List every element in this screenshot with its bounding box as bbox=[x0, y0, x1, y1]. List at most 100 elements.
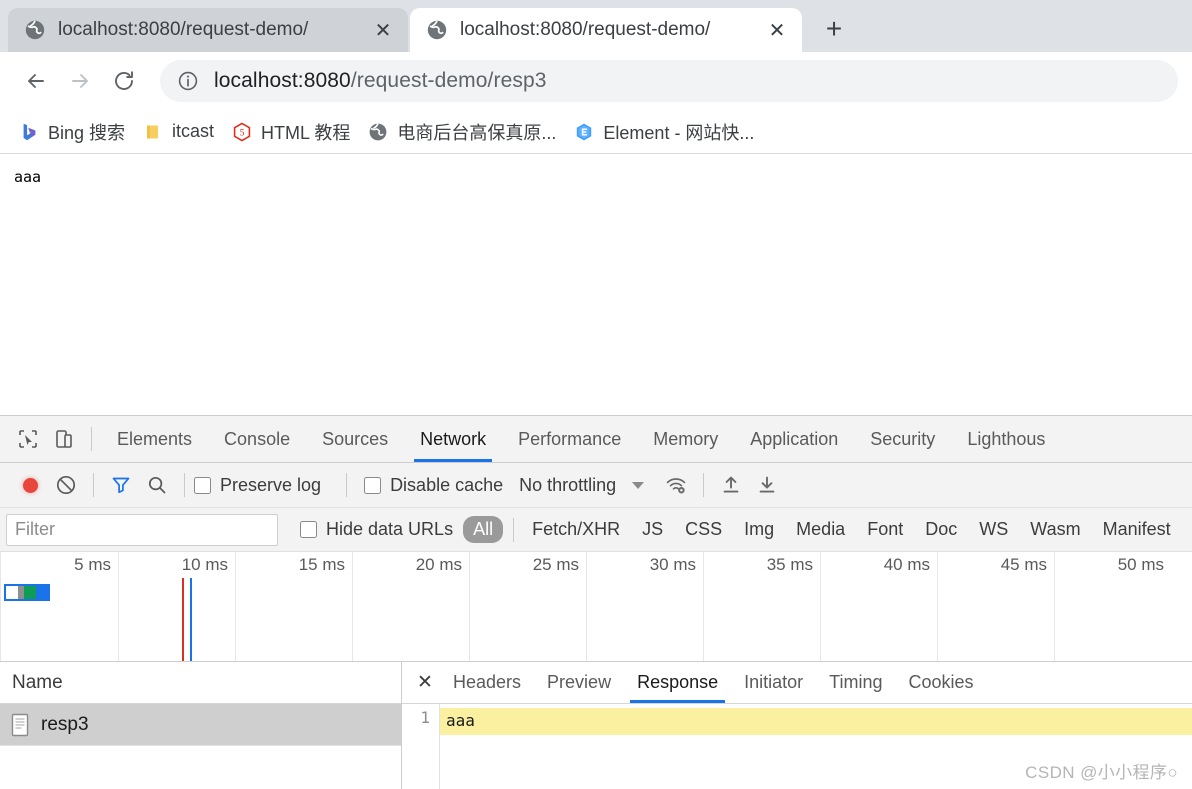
forward-icon[interactable] bbox=[58, 59, 102, 103]
throttling-select[interactable]: No throttling bbox=[519, 475, 616, 496]
request-row-resp3[interactable]: resp3 bbox=[0, 704, 401, 746]
timeline-tick-label: 50 ms bbox=[1118, 555, 1171, 575]
devtools-tab-memory[interactable]: Memory bbox=[637, 416, 734, 462]
type-pill-js[interactable]: JS bbox=[632, 516, 673, 543]
caret-down-icon[interactable] bbox=[632, 482, 644, 489]
timeline-tick-label: 15 ms bbox=[299, 555, 352, 575]
detail-tab-preview[interactable]: Preview bbox=[534, 662, 624, 703]
browser-tab-1[interactable]: localhost:8080/request-demo/ ✕ bbox=[8, 8, 408, 52]
devtools-tab-performance[interactable]: Performance bbox=[502, 416, 637, 462]
hide-data-urls-checkbox[interactable]: Hide data URLs bbox=[300, 519, 453, 540]
timeline-tick-label: 25 ms bbox=[533, 555, 586, 575]
type-pill-doc[interactable]: Doc bbox=[915, 516, 967, 543]
type-pill-fetch-xhr[interactable]: Fetch/XHR bbox=[522, 516, 630, 543]
new-tab-button[interactable]: + bbox=[814, 9, 854, 49]
detail-tab-bar: ✕ Headers Preview Response Initiator Tim… bbox=[402, 662, 1192, 704]
type-pill-other[interactable]: Othe bbox=[1183, 516, 1192, 543]
type-pill-all[interactable]: All bbox=[463, 516, 503, 543]
devtools-tab-bar: Elements Console Sources Network Perform… bbox=[0, 416, 1192, 463]
divider bbox=[346, 473, 347, 497]
page-body-text: aaa bbox=[14, 168, 1178, 187]
detail-tab-response[interactable]: Response bbox=[624, 662, 731, 703]
request-detail-panel: ✕ Headers Preview Response Initiator Tim… bbox=[402, 662, 1192, 789]
bookmark-itcast[interactable]: itcast bbox=[134, 116, 223, 147]
dom-content-loaded-line bbox=[182, 578, 184, 661]
network-timeline-overview[interactable]: 5 ms 10 ms 15 ms 20 ms 25 ms 30 ms 35 ms… bbox=[0, 552, 1192, 662]
info-circle-icon[interactable] bbox=[176, 69, 200, 93]
url-path: /request-demo/resp3 bbox=[351, 69, 547, 92]
type-pill-ws[interactable]: WS bbox=[969, 516, 1018, 543]
devtools-tab-elements[interactable]: Elements bbox=[101, 416, 208, 462]
column-header-name[interactable]: Name bbox=[0, 662, 401, 704]
magnifier-icon[interactable] bbox=[139, 467, 175, 503]
back-icon[interactable] bbox=[14, 59, 58, 103]
type-pill-img[interactable]: Img bbox=[734, 516, 784, 543]
divider bbox=[93, 473, 94, 497]
hide-data-urls-label: Hide data URLs bbox=[326, 519, 453, 540]
load-event-line bbox=[190, 578, 192, 661]
type-pill-media[interactable]: Media bbox=[786, 516, 855, 543]
devtools-tab-application[interactable]: Application bbox=[734, 416, 854, 462]
devtools-tab-sources[interactable]: Sources bbox=[306, 416, 404, 462]
type-pill-css[interactable]: CSS bbox=[675, 516, 732, 543]
bookmark-ecommerce-prototype[interactable]: 电商后台高保真原... bbox=[359, 114, 565, 150]
device-toolbar-icon[interactable] bbox=[46, 421, 82, 457]
funnel-icon[interactable] bbox=[103, 467, 139, 503]
browser-tab-2[interactable]: localhost:8080/request-demo/ ✕ bbox=[410, 8, 802, 52]
close-icon[interactable]: ✕ bbox=[410, 668, 440, 698]
close-icon[interactable]: ✕ bbox=[764, 17, 790, 43]
response-body[interactable]: 1 aaa bbox=[402, 704, 1192, 789]
reload-icon[interactable] bbox=[102, 59, 146, 103]
type-pill-wasm[interactable]: Wasm bbox=[1020, 516, 1090, 543]
overview-request-bar bbox=[4, 584, 50, 601]
document-icon bbox=[10, 713, 30, 737]
bookmark-html-tutorial[interactable]: 5 HTML 教程 bbox=[223, 114, 359, 150]
divider bbox=[703, 473, 704, 497]
request-name: resp3 bbox=[41, 714, 89, 736]
detail-tab-timing[interactable]: Timing bbox=[816, 662, 895, 703]
preserve-log-checkbox[interactable]: Preserve log bbox=[194, 475, 321, 496]
type-pill-manifest[interactable]: Manifest bbox=[1093, 516, 1181, 543]
address-bar-url: localhost:8080/request-demo/resp3 bbox=[214, 69, 547, 93]
browser-window: localhost:8080/request-demo/ ✕ localhost… bbox=[0, 0, 1192, 789]
navigation-bar: localhost:8080/request-demo/resp3 bbox=[0, 52, 1192, 110]
checkbox-box bbox=[300, 521, 317, 538]
devtools-tab-console[interactable]: Console bbox=[208, 416, 306, 462]
globe-icon bbox=[24, 19, 46, 41]
url-host: localhost:8080 bbox=[214, 69, 351, 92]
export-har-icon[interactable] bbox=[749, 467, 785, 503]
detail-tab-headers[interactable]: Headers bbox=[440, 662, 534, 703]
response-line: aaa bbox=[440, 708, 1192, 735]
wifi-settings-icon[interactable] bbox=[658, 467, 694, 503]
checkbox-box bbox=[364, 477, 381, 494]
detail-tab-cookies[interactable]: Cookies bbox=[896, 662, 987, 703]
timeline-tick-label: 30 ms bbox=[650, 555, 703, 575]
type-pill-font[interactable]: Font bbox=[857, 516, 913, 543]
globe-icon bbox=[368, 122, 388, 142]
bing-icon bbox=[19, 122, 39, 142]
devtools-panel: Elements Console Sources Network Perform… bbox=[0, 415, 1192, 789]
bookmark-bing[interactable]: Bing 搜索 bbox=[10, 114, 134, 150]
timeline-tick-label: 10 ms bbox=[182, 555, 235, 575]
disable-cache-checkbox[interactable]: Disable cache bbox=[364, 475, 503, 496]
filter-input[interactable] bbox=[6, 514, 278, 546]
bookmark-element[interactable]: Element - 网站快... bbox=[565, 114, 763, 150]
import-har-icon[interactable] bbox=[713, 467, 749, 503]
detail-tab-initiator[interactable]: Initiator bbox=[731, 662, 816, 703]
record-dot-icon[interactable] bbox=[12, 467, 48, 503]
divider bbox=[513, 518, 514, 542]
devtools-tab-lighthouse[interactable]: Lighthous bbox=[951, 416, 1061, 462]
bookmark-label: 电商后台高保真原... bbox=[397, 119, 556, 145]
devtools-tab-network[interactable]: Network bbox=[404, 416, 502, 462]
devtools-tab-security[interactable]: Security bbox=[854, 416, 951, 462]
tab-title: localhost:8080/request-demo/ bbox=[460, 19, 764, 41]
network-body: Name resp3 ✕ Headers Preview R bbox=[0, 662, 1192, 789]
svg-text:5: 5 bbox=[240, 128, 245, 138]
cursor-select-icon[interactable] bbox=[10, 421, 46, 457]
request-list: Name resp3 bbox=[0, 662, 402, 789]
address-bar[interactable]: localhost:8080/request-demo/resp3 bbox=[160, 60, 1178, 102]
timeline-tick-label: 45 ms bbox=[1001, 555, 1054, 575]
tab-strip: localhost:8080/request-demo/ ✕ localhost… bbox=[0, 0, 1192, 52]
clear-circle-slash-icon[interactable] bbox=[48, 467, 84, 503]
close-icon[interactable]: ✕ bbox=[370, 17, 396, 43]
